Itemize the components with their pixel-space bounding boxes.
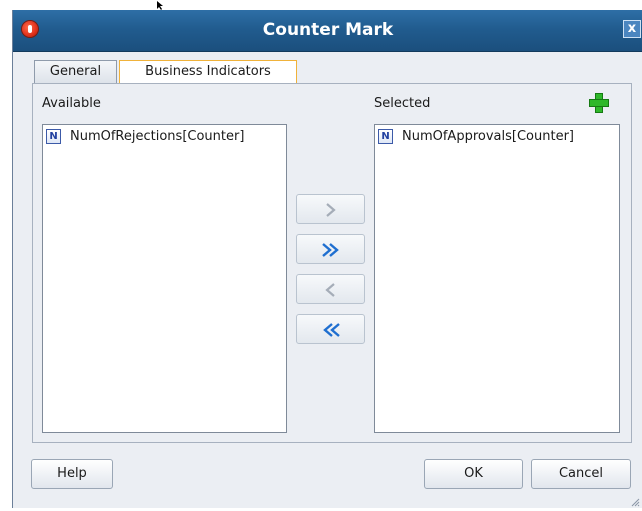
title-bar[interactable]: Counter Mark x (13, 10, 642, 52)
tab-business-indicators[interactable]: Business Indicators (119, 60, 297, 84)
numeric-type-icon: N (378, 129, 393, 144)
selected-list[interactable]: N NumOfApprovals[Counter] (374, 124, 620, 433)
double-chevron-right-icon (322, 243, 339, 257)
dialog-title: Counter Mark (262, 20, 394, 40)
close-button[interactable]: x (623, 20, 641, 38)
tab-content-panel: Available Selected N NumOfRejections[Cou… (32, 83, 632, 443)
counter-mark-dialog: Counter Mark x General Business Indicato… (12, 10, 642, 508)
mouse-cursor-icon (157, 0, 165, 10)
numeric-type-icon: N (46, 129, 61, 144)
add-icon[interactable] (589, 93, 609, 113)
available-label: Available (42, 96, 101, 111)
list-item-label: NumOfApprovals[Counter] (402, 129, 574, 144)
selected-label: Selected (374, 96, 431, 111)
available-list[interactable]: N NumOfRejections[Counter] (42, 124, 287, 433)
move-all-right-button[interactable] (296, 234, 365, 264)
double-chevron-left-icon (323, 323, 340, 337)
tab-general[interactable]: General (34, 60, 117, 84)
chevron-left-icon (325, 283, 335, 297)
chevron-right-icon (326, 203, 336, 217)
help-button[interactable]: Help (31, 459, 113, 489)
move-right-button[interactable] (296, 194, 365, 224)
move-all-left-button[interactable] (296, 314, 365, 344)
move-left-button[interactable] (296, 274, 365, 304)
cancel-button[interactable]: Cancel (531, 459, 631, 489)
resize-grip-icon[interactable] (630, 496, 640, 507)
list-item-label: NumOfRejections[Counter] (70, 129, 245, 144)
ok-button[interactable]: OK (424, 459, 523, 489)
